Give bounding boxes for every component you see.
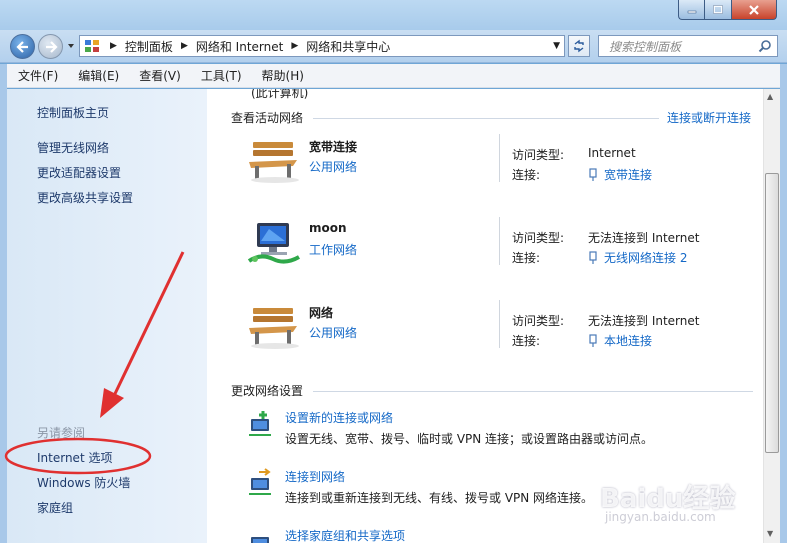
change-settings-heading: 更改网络设置 [231,384,304,398]
menu-bar: 文件(F) 编辑(E) 查看(V) 工具(T) 帮助(H) [0,64,787,88]
refresh-button[interactable] [568,35,590,57]
main-content: (此计算机) 查看活动网络 连接或断开连接 宽带连接 公用网络 访问类型: In… [207,89,763,543]
connections-label: 连接: [512,251,541,265]
breadcrumb-network-sharing-center[interactable]: 网络和共享中心 [306,38,390,55]
divider [313,391,753,392]
window-frame-left [0,64,7,543]
breadcrumb-separator[interactable]: ▶ [291,41,298,51]
window-frame-right [780,64,787,543]
access-type-value: 无法连接到 Internet [588,231,700,245]
access-type-label: 访问类型: [512,314,565,328]
change-adapter-link[interactable]: 更改适配器设置 [37,164,121,181]
homegroup-link[interactable]: 家庭组 [37,499,73,516]
task-pane: 控制面板主页 管理无线网络 更改适配器设置 更改高级共享设置 另请参阅 Inte… [7,89,207,543]
search-input[interactable]: 搜索控制面板 [609,38,758,55]
connect-network-icon [249,468,271,495]
internet-options-link[interactable]: Internet 选项 [37,449,112,466]
scroll-down-icon[interactable]: ▼ [767,529,773,538]
network-name: 宽带连接 [309,140,358,154]
setup-connection-link[interactable]: 设置新的连接或网络 [285,409,393,426]
see-also-heading: 另请参阅 [37,426,86,440]
scroll-up-icon[interactable]: ▲ [767,92,773,101]
control-panel-home-link[interactable]: 控制面板主页 [37,104,109,121]
bench-icon [249,142,299,183]
divider [499,217,500,265]
menu-file[interactable]: 文件(F) [18,67,58,84]
title-bar [0,0,787,30]
computer-icon [247,223,300,264]
access-type-label: 访问类型: [512,148,565,162]
connection-icon [589,250,597,264]
refresh-icon [574,39,584,53]
connect-network-desc: 连接到或重新连接到无线、有线、拨号或 VPN 网络连接。 [285,491,594,505]
arrow-right-icon [45,40,58,53]
search-icon[interactable] [758,39,772,53]
connection-name: 无线网络连接 2 [604,251,688,265]
arrow-left-icon [15,40,28,53]
connection-name: 本地连接 [604,334,653,348]
network-entry: 宽带连接 公用网络 访问类型: Internet 连接: 宽带连接 [207,134,763,194]
minimize-button[interactable] [678,0,704,20]
network-entry: 网络 公用网络 访问类型: 无法连接到 Internet 连接: 本地连接 [207,300,763,360]
address-bar[interactable]: ▶ 控制面板 ▶ 网络和 Internet ▶ 网络和共享中心 ▼ [79,35,565,57]
back-button[interactable] [10,34,35,59]
scrollbar-thumb[interactable] [765,173,779,453]
access-type-value: 无法连接到 Internet [588,314,700,328]
network-name: moon [309,221,347,235]
connect-network-link[interactable]: 连接到网络 [285,468,345,485]
cutoff-text: (此计算机) [251,89,309,100]
divider [499,300,500,348]
advanced-sharing-link[interactable]: 更改高级共享设置 [37,189,133,206]
close-button[interactable] [731,0,777,20]
minimize-icon [687,10,696,13]
maximize-icon [713,4,723,14]
homegroup-icon [251,537,269,543]
divider [313,118,659,119]
network-type-link[interactable]: 公用网络 [309,324,357,341]
vertical-scrollbar[interactable]: ▲ ▼ [763,89,780,543]
recent-pages-dropdown[interactable] [66,41,76,51]
bench-icon [249,308,299,349]
watermark-url: jingyan.baidu.com [605,510,716,524]
breadcrumb-network-internet[interactable]: 网络和 Internet [196,38,283,55]
menu-edit[interactable]: 编辑(E) [78,67,119,84]
access-type-value: Internet [588,146,636,160]
navigation-bar: ▶ 控制面板 ▶ 网络和 Internet ▶ 网络和共享中心 ▼ 搜索控制面板 [0,30,787,63]
network-type-link[interactable]: 公用网络 [309,158,357,175]
setup-connection-desc: 设置无线、宽带、拨号、临时或 VPN 连接；或设置路由器或访问点。 [285,432,654,446]
manage-wireless-link[interactable]: 管理无线网络 [37,139,109,156]
breadcrumb-separator[interactable]: ▶ [181,41,188,51]
connection-link[interactable]: 本地连接 [588,332,652,349]
access-type-label: 访问类型: [512,231,565,245]
network-type-link[interactable]: 工作网络 [309,241,357,258]
network-entry: moon 工作网络 访问类型: 无法连接到 Internet 连接: 无线网络连… [207,217,763,277]
connection-link[interactable]: 无线网络连接 2 [588,249,687,266]
active-networks-heading: 查看活动网络 [231,111,304,125]
connections-label: 连接: [512,334,541,348]
windows-firewall-link[interactable]: Windows 防火墙 [37,474,130,491]
close-icon [749,4,759,15]
forward-button[interactable] [38,34,63,59]
address-dropdown-icon[interactable]: ▼ [553,41,560,51]
menu-tools[interactable]: 工具(T) [201,67,242,84]
search-box[interactable]: 搜索控制面板 [598,35,778,57]
task-setup-connection: 设置新的连接或网络 设置无线、宽带、拨号、临时或 VPN 连接；或设置路由器或访… [247,409,747,447]
menu-help[interactable]: 帮助(H) [262,67,304,84]
network-name: 网络 [309,306,334,320]
connection-name: 宽带连接 [604,168,653,182]
divider [499,134,500,182]
homegroup-sharing-link[interactable]: 选择家庭组和共享选项 [285,527,405,543]
connection-link[interactable]: 宽带连接 [588,166,652,183]
breadcrumb-control-panel[interactable]: 控制面板 [125,38,173,55]
menu-view[interactable]: 查看(V) [139,67,181,84]
task-homegroup-sharing: 选择家庭组和共享选项 [247,527,747,543]
connect-disconnect-link[interactable]: 连接或断开连接 [667,109,751,126]
breadcrumb-separator[interactable]: ▶ [110,41,117,51]
control-panel-icon [85,40,99,52]
connection-icon [589,167,597,181]
connections-label: 连接: [512,168,541,182]
new-connection-icon [249,411,271,436]
connection-icon [589,333,597,347]
maximize-button[interactable] [704,0,731,20]
